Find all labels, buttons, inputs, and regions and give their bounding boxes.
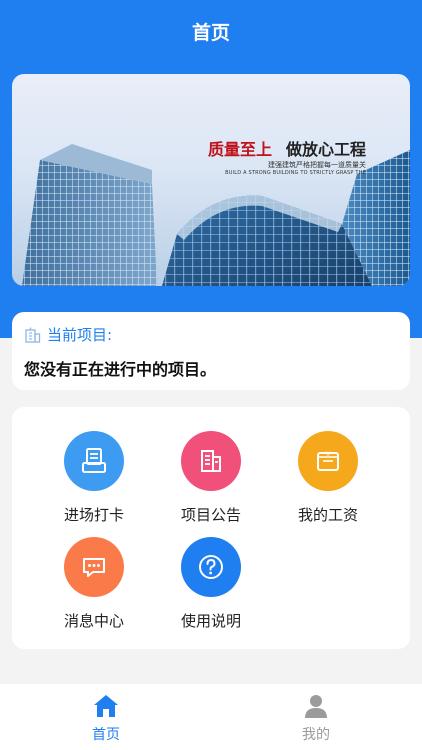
menu-icon-circle (64, 431, 124, 491)
menu-item-label: 消息中心 (63, 612, 124, 630)
current-project-card[interactable]: 当前项目: 您没有正在进行中的项目。 (12, 312, 410, 390)
menu-item-label: 进场打卡 (63, 506, 124, 524)
building-icon (201, 450, 221, 472)
menu-item-label: 我的工资 (297, 506, 358, 524)
menu-icon-circle (181, 537, 241, 597)
menu-item-my-salary[interactable]: ¥ 我的工资 (278, 431, 378, 525)
tab-mine[interactable]: 我的 (266, 694, 366, 744)
tab-mine-label: 我的 (302, 727, 330, 743)
current-project-label-text: 当前项目: (47, 326, 113, 344)
banner-subline-en: BUILD A STRONG BUILDING TO STRICTLY GRAS… (225, 170, 366, 176)
current-project-status: 您没有正在进行中的项目。 (24, 360, 217, 379)
function-menu: 进场打卡 项目公告 ¥ 我的工资 消息中心 使用说明 (12, 407, 410, 649)
menu-icon-circle (64, 537, 124, 597)
wallet-icon: ¥ (317, 451, 339, 471)
menu-item-message-center[interactable]: 消息中心 (44, 537, 144, 631)
page-title: 首页 (191, 22, 230, 44)
menu-icon-circle (181, 431, 241, 491)
banner-slogan: 质量至上 做放心工程 (208, 136, 366, 160)
bottom-tab-bar: 首页 我的 (0, 684, 422, 750)
menu-item-check-in[interactable]: 进场打卡 (44, 431, 144, 525)
home-icon (94, 695, 118, 717)
building-outline-icon (25, 327, 41, 343)
current-project-label: 当前项目: (24, 324, 112, 345)
svg-text:¥: ¥ (326, 451, 330, 458)
banner-slogan-black: 做放心工程 (285, 140, 366, 159)
tab-home-label: 首页 (92, 727, 120, 743)
menu-item-user-guide[interactable]: 使用说明 (161, 537, 261, 631)
menu-icon-circle: ¥ (298, 431, 358, 491)
menu-item-label: 使用说明 (180, 612, 241, 630)
menu-item-project-notice[interactable]: 项目公告 (161, 431, 261, 525)
help-icon (199, 555, 223, 579)
user-icon (305, 695, 327, 718)
clipboard-icon (82, 448, 106, 473)
menu-item-label: 项目公告 (180, 506, 241, 524)
buildings-illustration (22, 144, 410, 286)
banner-image[interactable]: 质量至上 做放心工程 建强建筑严格把握每一道质量关 BUILD A STRONG … (12, 74, 410, 286)
banner-slogan-red: 质量至上 (207, 140, 272, 159)
chat-icon (83, 558, 105, 577)
banner-subline-cn: 建强建筑严格把握每一道质量关 (268, 161, 366, 169)
tab-home[interactable]: 首页 (56, 694, 156, 744)
